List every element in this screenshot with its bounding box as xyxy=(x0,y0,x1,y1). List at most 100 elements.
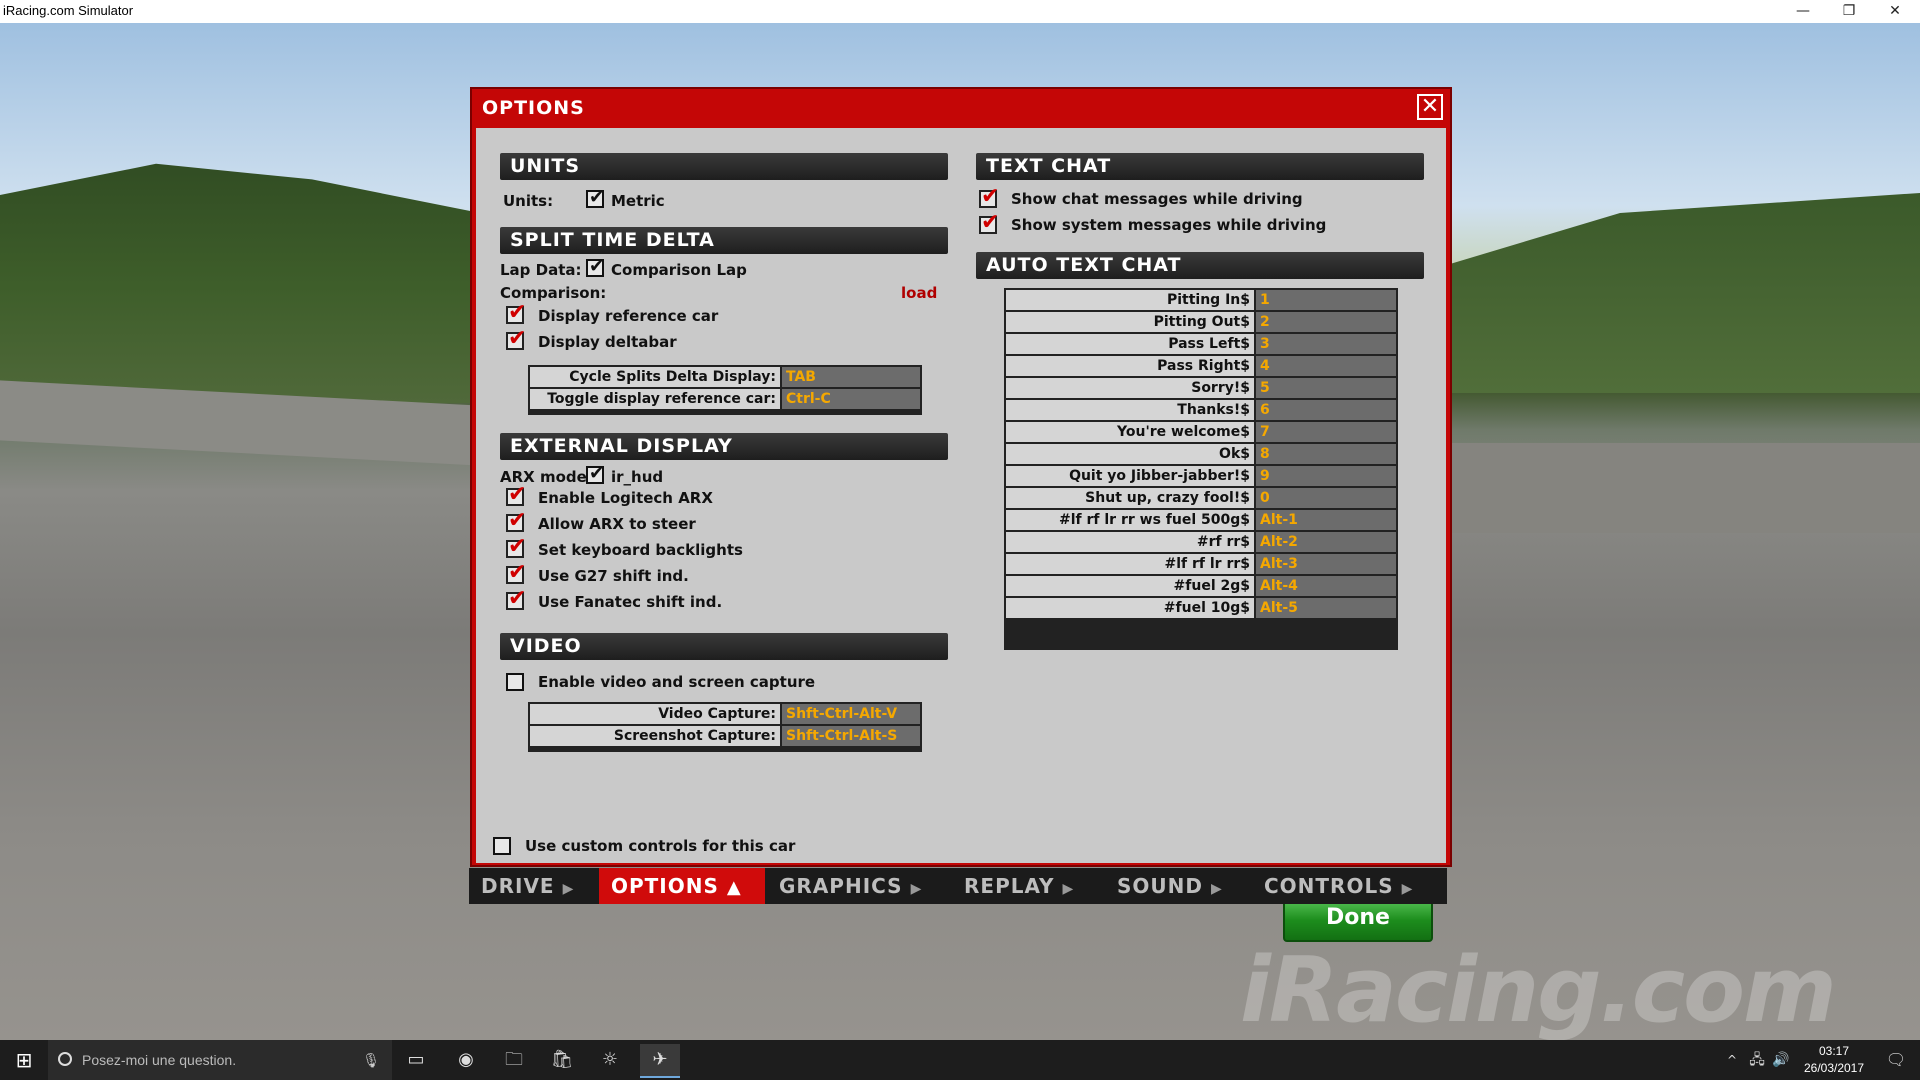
auto-chat-message: #lf rf lr rr$ xyxy=(1006,554,1254,574)
tab-drive[interactable]: DRIVE ▶ xyxy=(481,868,596,904)
allow-arx-steer-checkbox[interactable] xyxy=(506,508,526,533)
auto-chat-key[interactable]: 5 xyxy=(1256,378,1396,398)
fanatec-shift-checkbox[interactable] xyxy=(506,586,526,611)
auto-chat-row[interactable]: Pitting In$ 1 xyxy=(1006,290,1396,312)
auto-chat-message: Quit yo Jibber-jabber!$ xyxy=(1006,466,1254,486)
key-row[interactable]: Cycle Splits Delta Display: TAB xyxy=(530,367,920,389)
auto-chat-table: Pitting In$ 1 Pitting Out$ 2 Pass Left$ 3 P… xyxy=(1004,288,1398,650)
enable-video-checkbox[interactable] xyxy=(506,673,524,691)
tab-graphics[interactable]: GRAPHICS ▶ xyxy=(779,868,949,904)
auto-chat-key[interactable]: 1 xyxy=(1256,290,1396,310)
tab-controls[interactable]: CONTROLS ▶ xyxy=(1264,868,1439,904)
arx-mode-checkbox[interactable] xyxy=(586,463,604,484)
auto-chat-row[interactable]: Pitting Out$ 2 xyxy=(1006,312,1396,334)
metric-checkbox[interactable] xyxy=(586,187,604,208)
tab-options[interactable]: OPTIONS ▲ xyxy=(599,868,765,904)
show-system-checkbox[interactable] xyxy=(979,210,999,235)
tray-up-icon[interactable]: ^ xyxy=(1720,1044,1744,1076)
auto-chat-key[interactable]: 6 xyxy=(1256,400,1396,420)
auto-chat-row[interactable]: You're welcome$ 7 xyxy=(1006,422,1396,444)
tab-options-label: OPTIONS xyxy=(611,874,719,898)
options-dialog: OPTIONS ✕ UNITS Units: Metric SPLIT TIME… xyxy=(470,87,1452,942)
app-icon[interactable]: ☼ xyxy=(590,1044,630,1076)
auto-chat-row[interactable]: Pass Right$ 4 xyxy=(1006,356,1396,378)
dialog-close-button[interactable]: ✕ xyxy=(1417,94,1443,120)
network-icon[interactable]: 🖧 xyxy=(1746,1044,1768,1076)
video-header: VIDEO xyxy=(500,633,948,660)
iracing-app-icon[interactable]: ✈ xyxy=(640,1044,680,1078)
auto-chat-row[interactable]: Sorry!$ 5 xyxy=(1006,378,1396,400)
task-view-icon[interactable]: ▭ xyxy=(396,1044,436,1076)
auto-chat-row[interactable]: #lf rf lr rr$ Alt-3 xyxy=(1006,554,1396,576)
display-reference-car-checkbox[interactable] xyxy=(506,300,526,325)
auto-chat-key[interactable]: Alt-5 xyxy=(1256,598,1396,618)
display-deltabar-checkbox[interactable] xyxy=(506,326,526,351)
auto-chat-row[interactable]: #fuel 10g$ Alt-5 xyxy=(1006,598,1396,620)
auto-chat-message: Ok$ xyxy=(1006,444,1254,464)
clock-time: 03:17 xyxy=(1818,1044,1850,1058)
play-arrow-icon: ▶ xyxy=(1211,881,1223,897)
auto-chat-row[interactable]: Ok$ 8 xyxy=(1006,444,1396,466)
auto-chat-key[interactable]: 2 xyxy=(1256,312,1396,332)
auto-chat-key[interactable]: 4 xyxy=(1256,356,1396,376)
auto-chat-row[interactable]: #fuel 2g$ Alt-4 xyxy=(1006,576,1396,598)
auto-chat-row[interactable]: Pass Left$ 3 xyxy=(1006,334,1396,356)
auto-chat-row[interactable]: #rf rr$ Alt-2 xyxy=(1006,532,1396,554)
comparison-lap-checkbox[interactable] xyxy=(586,256,604,277)
key-row[interactable]: Toggle display reference car: Ctrl-C xyxy=(530,389,920,411)
show-chat-checkbox[interactable] xyxy=(979,184,999,209)
load-link[interactable]: load xyxy=(901,284,937,302)
auto-chat-key[interactable]: Alt-2 xyxy=(1256,532,1396,552)
microphone-icon[interactable]: 🎙 xyxy=(362,1040,380,1080)
external-display-header: EXTERNAL DISPLAY xyxy=(500,433,948,460)
clock[interactable]: 03:17 26/03/2017 xyxy=(1794,1043,1874,1077)
auto-chat-key[interactable]: 0 xyxy=(1256,488,1396,508)
key-binding[interactable]: Ctrl-C xyxy=(782,389,920,409)
notifications-icon[interactable]: 🗨 xyxy=(1876,1044,1916,1076)
cortana-search-box[interactable]: Posez-moi une question. 🎙 xyxy=(48,1040,392,1080)
store-icon[interactable]: 🛍 xyxy=(542,1044,582,1076)
auto-chat-key[interactable]: Alt-4 xyxy=(1256,576,1396,596)
auto-text-chat-header: AUTO TEXT CHAT xyxy=(976,252,1424,279)
auto-chat-key[interactable]: Alt-1 xyxy=(1256,510,1396,530)
keyboard-backlights-checkbox[interactable] xyxy=(506,534,526,559)
key-binding[interactable]: Shft-Ctrl-Alt-S xyxy=(782,726,920,746)
auto-chat-key[interactable]: 8 xyxy=(1256,444,1396,464)
key-row[interactable]: Screenshot Capture: Shft-Ctrl-Alt-S xyxy=(530,726,920,748)
auto-chat-key[interactable]: Alt-3 xyxy=(1256,554,1396,574)
volume-icon[interactable]: 🔊 xyxy=(1770,1044,1792,1076)
restore-button[interactable]: ❐ xyxy=(1826,0,1872,23)
key-row[interactable]: Video Capture: Shft-Ctrl-Alt-V xyxy=(530,704,920,726)
custom-controls-label: Use custom controls for this car xyxy=(525,837,796,855)
auto-chat-row[interactable]: Thanks!$ 6 xyxy=(1006,400,1396,422)
show-system-label: Show system messages while driving xyxy=(1011,216,1327,234)
g27-shift-checkbox[interactable] xyxy=(506,560,526,585)
enable-logitech-arx-checkbox[interactable] xyxy=(506,482,526,507)
auto-chat-key[interactable]: 3 xyxy=(1256,334,1396,354)
auto-chat-message: Pass Left$ xyxy=(1006,334,1254,354)
units-label: Units: xyxy=(503,192,554,210)
auto-chat-row[interactable]: #lf rf lr rr ws fuel 500g$ Alt-1 xyxy=(1006,510,1396,532)
tab-replay[interactable]: REPLAY ▶ xyxy=(964,868,1104,904)
auto-chat-row[interactable]: Quit yo Jibber-jabber!$ 9 xyxy=(1006,466,1396,488)
play-arrow-icon: ▶ xyxy=(562,881,575,897)
lap-data-label: Lap Data: xyxy=(500,261,582,279)
g27-shift-label: Use G27 shift ind. xyxy=(538,567,689,585)
chrome-icon[interactable]: ◉ xyxy=(446,1044,486,1076)
enable-logitech-arx-label: Enable Logitech ARX xyxy=(538,489,713,507)
show-chat-label: Show chat messages while driving xyxy=(1011,190,1303,208)
auto-chat-key[interactable]: 9 xyxy=(1256,466,1396,486)
file-explorer-icon[interactable]: 🗀 xyxy=(494,1044,534,1076)
tab-sound[interactable]: SOUND ▶ xyxy=(1117,868,1247,904)
auto-chat-key[interactable]: 7 xyxy=(1256,422,1396,442)
track-right xyxy=(1440,443,1920,533)
windows-start-icon[interactable]: ⊞ xyxy=(0,1040,48,1080)
window-close-button[interactable]: ✕ xyxy=(1872,0,1918,23)
custom-controls-checkbox[interactable] xyxy=(493,837,511,855)
key-binding[interactable]: Shft-Ctrl-Alt-V xyxy=(782,704,920,724)
display-deltabar-label: Display deltabar xyxy=(538,333,677,351)
auto-chat-row[interactable]: Shut up, crazy fool!$ 0 xyxy=(1006,488,1396,510)
key-binding[interactable]: TAB xyxy=(782,367,920,387)
auto-chat-message: #fuel 2g$ xyxy=(1006,576,1254,596)
minimize-button[interactable]: — xyxy=(1780,0,1826,23)
